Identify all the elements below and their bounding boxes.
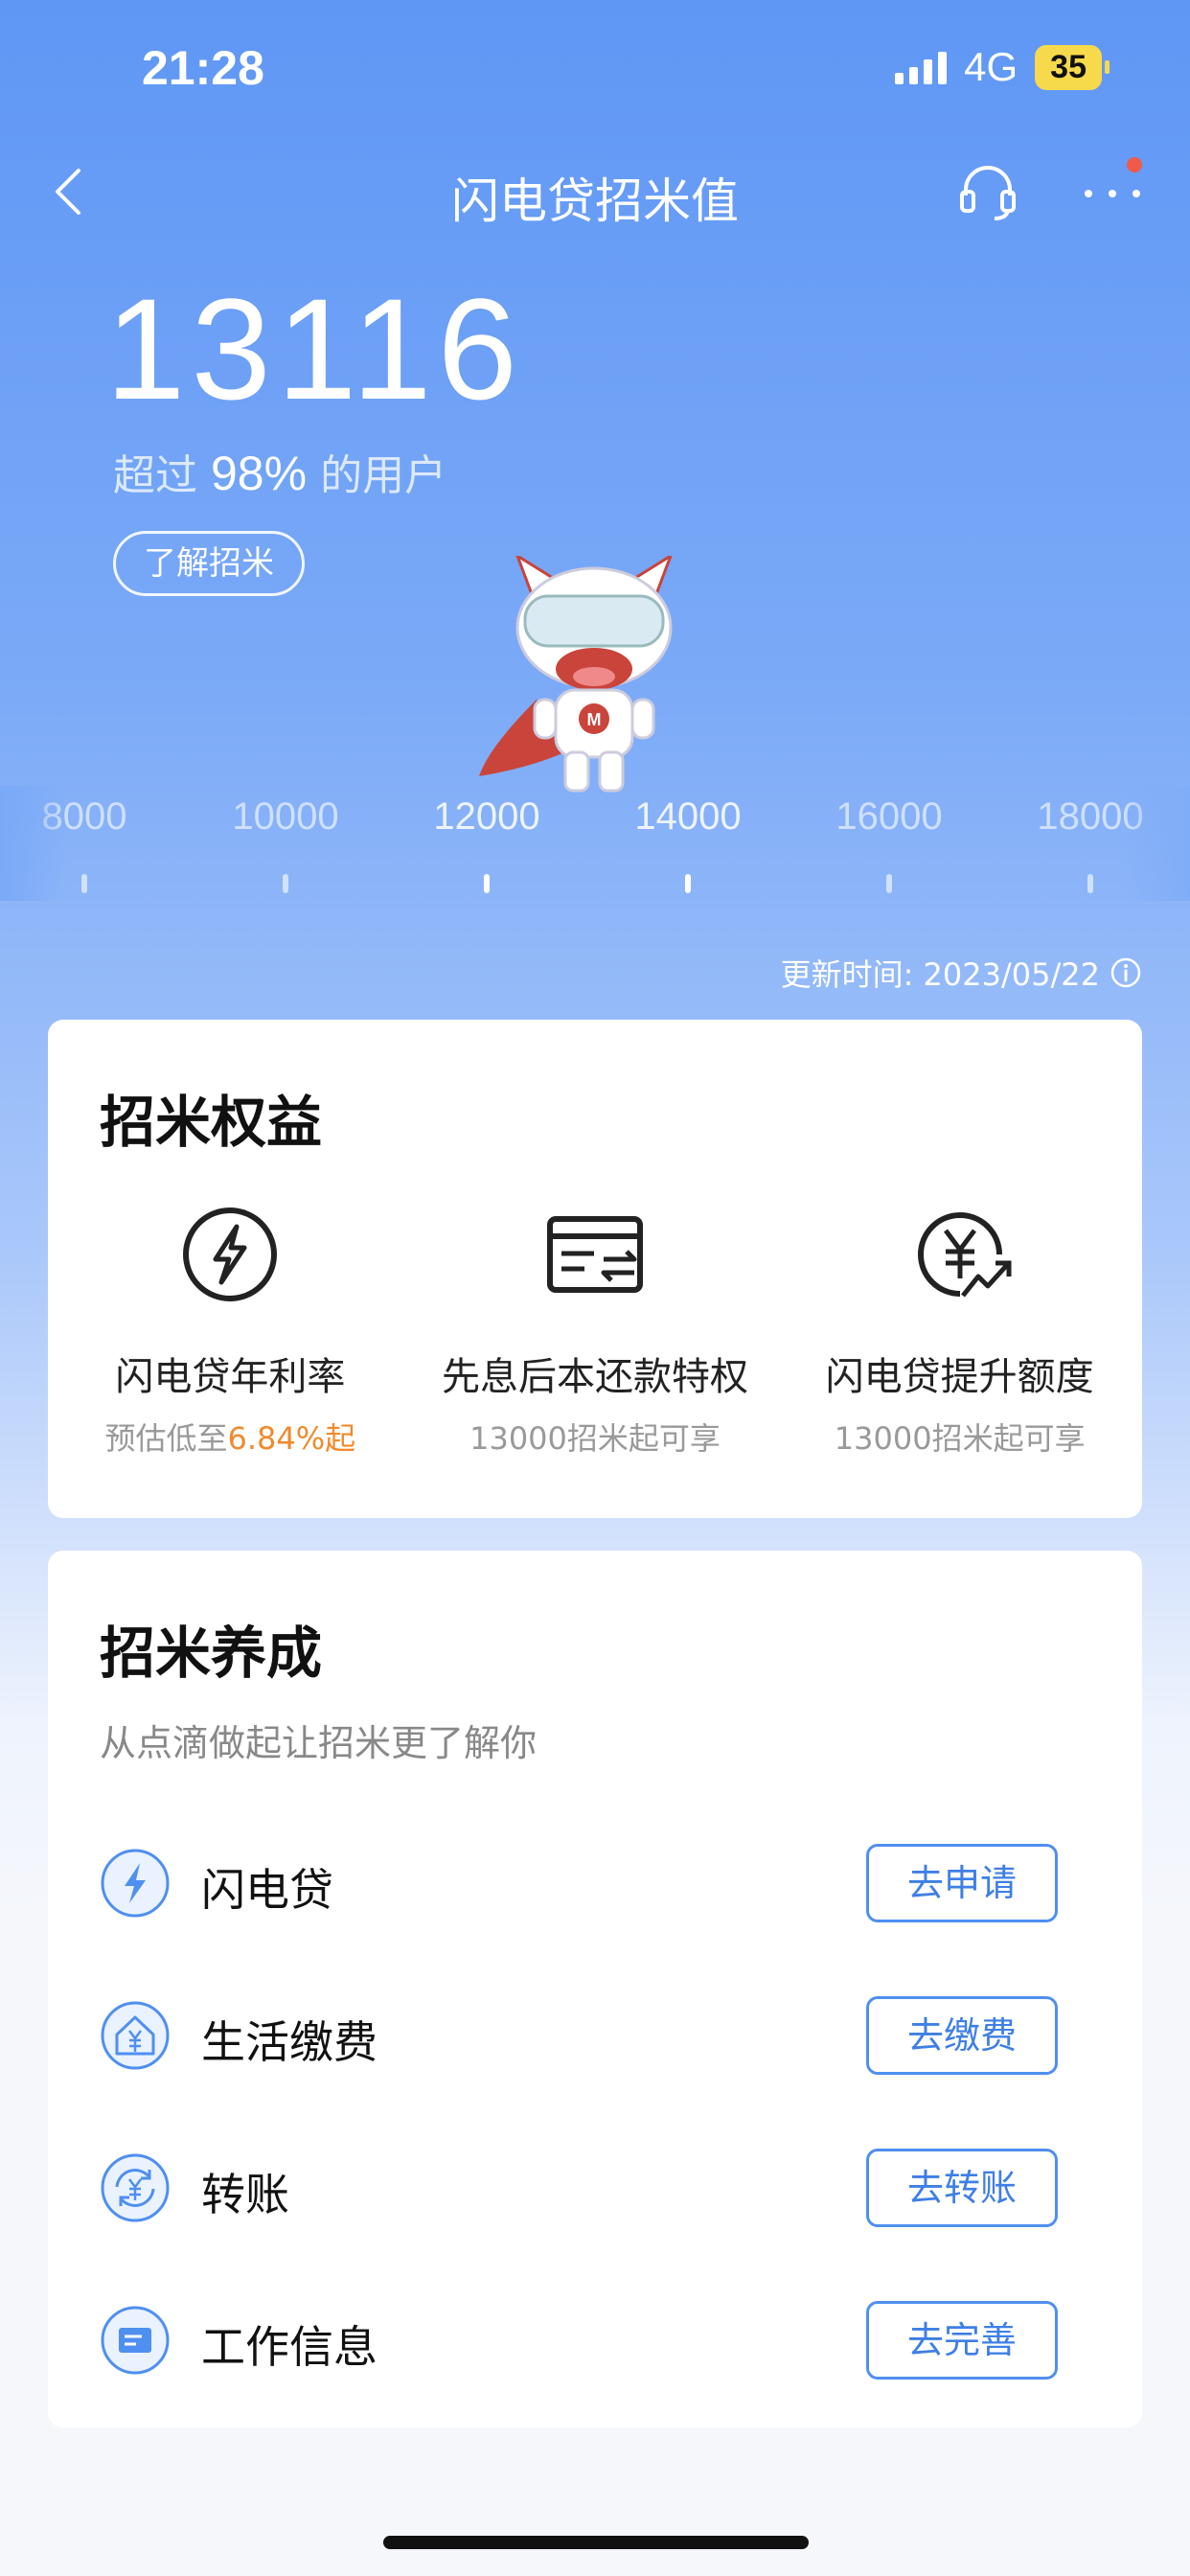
ruler-tick-mark: [1087, 874, 1093, 893]
ruler-tick-label: 14000: [634, 795, 742, 838]
battery-level: 35: [1035, 44, 1110, 90]
pay-button[interactable]: 去缴费: [866, 1996, 1058, 2075]
ruler-tick-mark: [283, 874, 288, 893]
benefit-desc: 13000招米起可享: [469, 1420, 721, 1457]
ruler-tick-mark: [81, 874, 87, 893]
ruler-tick-label: 12000: [433, 795, 540, 838]
benefit-rate: 6.84%起: [227, 1420, 356, 1457]
benefit-title: 闪电贷年利率: [115, 1355, 346, 1399]
status-indicators: 4G 35: [895, 44, 1110, 90]
complete-button[interactable]: 去完善: [866, 2301, 1058, 2380]
task-row-transfer: 转账 去转账: [48, 2114, 1142, 2266]
cultivate-subtitle: 从点滴做起让招米更了解你: [100, 1722, 538, 1764]
headset-icon[interactable]: [958, 163, 1018, 220]
exceed-prefix: 超过: [113, 451, 197, 500]
task-row-work-info: 工作信息 去完善: [48, 2266, 1142, 2419]
ruler-tick-label: 16000: [835, 795, 943, 838]
transfer-button[interactable]: 去转账: [866, 2149, 1058, 2227]
benefits-title: 招米权益: [100, 1090, 323, 1155]
task-list: 闪电贷 去申请 生活缴费 去缴费 转账 去转账 工作信息 去完善: [48, 1809, 1142, 2419]
task-label: 闪电贷: [201, 1864, 333, 1916]
network-type: 4G: [964, 44, 1018, 89]
ruler-fade-left: [0, 786, 67, 901]
task-label: 转账: [201, 2169, 289, 2220]
card-transfer-icon: [547, 1216, 643, 1293]
lightning-circle-icon: [183, 1208, 278, 1301]
exceed-text: 超过 98% 的用户: [113, 441, 446, 502]
benefits-card: 招米权益 闪电贷年利率 预估低至6.84%起 先息后本还款特权 13000招米起…: [48, 1020, 1142, 1518]
notification-dot: [1127, 157, 1142, 172]
lightning-icon: [101, 1849, 170, 1918]
ruler-tick-mark: [484, 874, 490, 893]
cultivate-card: 招米养成 从点滴做起让招米更了解你 闪电贷 去申请 生活缴费 去缴费 转账 去转…: [48, 1551, 1142, 2427]
yen-cycle-icon: [101, 2153, 170, 2222]
svg-text:M: M: [587, 710, 602, 729]
benefit-desc: 13000招米起可享: [834, 1420, 1086, 1457]
benefit-desc-prefix: 预估低至: [104, 1420, 228, 1457]
benefit-title: 先息后本还款特权: [442, 1355, 748, 1399]
more-icon[interactable]: [1079, 165, 1146, 222]
update-time-text: 更新时间: 2023/05/22: [780, 956, 1100, 993]
status-time: 21:28: [142, 41, 264, 95]
id-card-icon: [101, 2306, 170, 2375]
house-yen-icon: [101, 2001, 170, 2070]
benefit-title: 闪电贷提升额度: [825, 1355, 1094, 1399]
exceed-suffix: 的用户: [320, 451, 447, 500]
benefits-list: 闪电贷年利率 预估低至6.84%起 先息后本还款特权 13000招米起可享 闪电…: [48, 1202, 1142, 1459]
score-ruler[interactable]: 8000 10000 12000 14000 16000 18000: [0, 795, 1190, 901]
benefit-desc: 预估低至6.84%起: [48, 1414, 413, 1459]
ruler-tick-mark: [685, 874, 691, 893]
ruler-fade-right: [1123, 786, 1190, 901]
score-value: 13116: [105, 268, 523, 429]
benefit-item-repayment[interactable]: 先息后本还款特权 13000招米起可享: [413, 1202, 778, 1459]
apply-button[interactable]: 去申请: [866, 1844, 1058, 1922]
benefit-item-rate[interactable]: 闪电贷年利率 预估低至6.84%起: [48, 1202, 413, 1459]
info-icon[interactable]: [1110, 956, 1142, 989]
home-indicator[interactable]: [383, 2536, 809, 2549]
cultivate-title: 招米养成: [100, 1621, 323, 1686]
ruler-tick-mark: [886, 874, 892, 893]
task-row-bills: 生活缴费 去缴费: [48, 1962, 1142, 2114]
exceed-percent: 98%: [211, 447, 308, 500]
mascot-illustration: M: [479, 556, 673, 793]
task-row-loan: 闪电贷 去申请: [48, 1809, 1142, 1962]
update-time: 更新时间: 2023/05/22: [781, 951, 1142, 995]
task-label: 工作信息: [201, 2321, 378, 2373]
yen-growth-icon: [917, 1212, 1012, 1298]
benefit-item-limit[interactable]: 闪电贷提升额度 13000招米起可享: [777, 1202, 1142, 1459]
signal-icon: [895, 50, 948, 84]
learn-more-button[interactable]: 了解招米: [113, 531, 305, 596]
task-label: 生活缴费: [201, 2016, 378, 2068]
ruler-tick-label: 10000: [232, 795, 339, 838]
